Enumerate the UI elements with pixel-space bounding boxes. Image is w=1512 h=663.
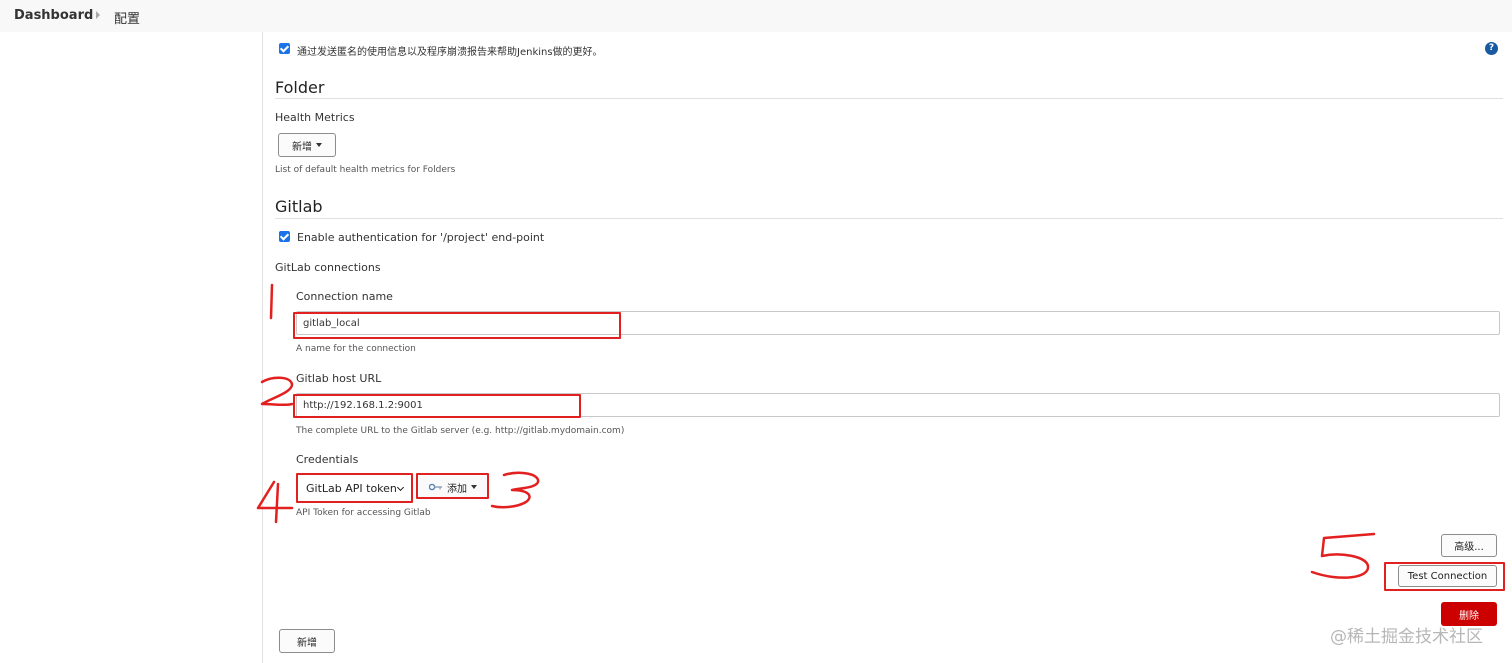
host-url-input[interactable]: http://192.168.1.2:9001 xyxy=(296,393,1500,417)
add-credentials-label: 添加 xyxy=(447,483,467,495)
enable-auth-checkbox[interactable] xyxy=(279,231,290,242)
annotation-number-2 xyxy=(260,376,294,407)
annotation-number-4 xyxy=(256,480,294,524)
host-url-value: http://192.168.1.2:9001 xyxy=(303,399,423,411)
test-connection-button[interactable]: Test Connection xyxy=(1398,565,1497,587)
breadcrumb-separator-icon xyxy=(96,11,100,19)
credentials-hint: API Token for accessing Gitlab xyxy=(296,508,431,518)
connection-name-value: gitlab_local xyxy=(303,317,360,329)
help-icon[interactable]: ? xyxy=(1485,42,1498,55)
delete-button-label: 删除 xyxy=(1459,610,1479,622)
connection-name-label: Connection name xyxy=(296,290,393,303)
gitlab-heading: Gitlab xyxy=(275,197,323,216)
key-icon xyxy=(429,483,442,491)
caret-down-icon xyxy=(471,485,477,489)
annotation-number-1 xyxy=(269,283,274,320)
connection-name-input[interactable]: gitlab_local xyxy=(296,311,1500,335)
sidebar-divider xyxy=(262,32,263,663)
credentials-label: Credentials xyxy=(296,453,359,466)
breadcrumb-dashboard-link[interactable]: Dashboard xyxy=(14,8,93,23)
folder-heading: Folder xyxy=(275,78,325,97)
health-metrics-add-label: 新增 xyxy=(292,141,312,153)
enable-auth-label: Enable authentication for '/project' end… xyxy=(297,231,545,244)
gitlab-divider xyxy=(275,218,1503,219)
breadcrumb-current: 配置 xyxy=(114,12,141,27)
advanced-button-label: 高级... xyxy=(1454,542,1484,553)
usage-stats-checkbox[interactable] xyxy=(279,43,290,54)
credentials-selected-value: GitLab API token xyxy=(306,481,397,495)
connection-name-hint: A name for the connection xyxy=(296,344,416,354)
folder-divider xyxy=(275,98,1503,99)
credentials-select[interactable]: GitLab API token xyxy=(299,476,410,500)
caret-down-icon xyxy=(316,143,322,147)
breadcrumb: Dashboard 配置 xyxy=(0,0,1512,32)
health-metrics-label: Health Metrics xyxy=(275,111,355,124)
add-credentials-button[interactable]: 添加 xyxy=(419,476,487,498)
add-connection-label: 新增 xyxy=(297,637,317,649)
watermark: @稀土掘金技术社区 xyxy=(1330,627,1483,647)
advanced-button[interactable]: 高级... xyxy=(1441,534,1497,557)
chevron-down-icon xyxy=(396,483,405,492)
annotation-number-5 xyxy=(1310,532,1376,579)
host-url-hint: The complete URL to the Gitlab server (e… xyxy=(296,426,625,436)
host-url-label: Gitlab host URL xyxy=(296,372,382,385)
test-connection-label: Test Connection xyxy=(1407,570,1488,582)
health-metrics-add-button[interactable]: 新增 xyxy=(278,133,336,157)
health-metrics-hint: List of default health metrics for Folde… xyxy=(275,165,456,175)
gitlab-connections-label: GitLab connections xyxy=(275,261,381,274)
annotation-number-3 xyxy=(490,471,540,509)
add-connection-button[interactable]: 新增 xyxy=(279,629,335,653)
usage-stats-label: 通过发送匿名的使用信息以及程序崩溃报告来帮助Jenkins做的更好。 xyxy=(297,47,603,58)
